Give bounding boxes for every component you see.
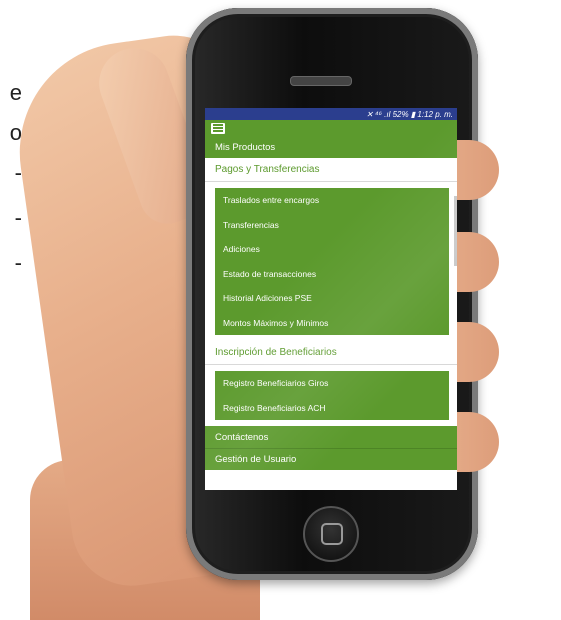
submenu-item-label: Historial Adiciones PSE [223, 293, 312, 304]
submenu-item-label: Transferencias [223, 219, 279, 230]
submenu-item-label: Estado de transacciones [223, 268, 317, 279]
nav-section-pagos[interactable]: Pagos y Transferencias [205, 158, 457, 182]
nav-item-label: Gestión de Usuario [215, 454, 297, 465]
nav-section-inscripcion[interactable]: Inscripción de Beneficiarios [205, 341, 457, 365]
submenu-pagos: Traslados entre encargos Transferencias … [215, 188, 449, 335]
submenu-item-estado[interactable]: Estado de transacciones [215, 262, 449, 287]
submenu-item-label: Registro Beneficiarios ACH [223, 402, 326, 413]
nav-section-label: Inscripción de Beneficiarios [215, 347, 337, 358]
status-bar-text: ✕ ⁴⁶ .ıl 52% ▮ 1:12 p. m. [366, 109, 453, 119]
nav-item-label: Contáctenos [215, 431, 269, 443]
submenu-item-label: Registro Beneficiarios Giros [223, 378, 329, 389]
home-square-icon [321, 523, 343, 545]
nav-item-mis-productos[interactable]: Mis Productos [205, 136, 457, 158]
submenu-item-montos[interactable]: Montos Máximos y Mínimos [215, 311, 449, 336]
submenu-item-adiciones[interactable]: Adiciones [215, 237, 449, 262]
glyph: - [14, 205, 22, 230]
nav-section-label: Pagos y Transferencias [215, 164, 320, 175]
home-button[interactable] [303, 506, 359, 562]
submenu-item-label: Adiciones [223, 244, 260, 255]
submenu-item-label: Montos Máximos y Mínimos [223, 317, 329, 328]
earpiece-speaker [290, 76, 352, 86]
phone-screen: ✕ ⁴⁶ .ıl 52% ▮ 1:12 p. m. Mis Productos … [205, 108, 457, 490]
nav-item-label: Mis Productos [215, 141, 276, 153]
submenu-item-historial[interactable]: Historial Adiciones PSE [215, 286, 449, 311]
submenu-item-transferencias[interactable]: Transferencias [215, 213, 449, 238]
glyph: e [9, 80, 22, 105]
nav-item-contactenos[interactable]: Contáctenos [205, 426, 457, 448]
submenu-item-registro-giros[interactable]: Registro Beneficiarios Giros [215, 371, 449, 396]
scrollbar[interactable] [454, 196, 457, 266]
glyph: - [14, 250, 22, 275]
submenu-item-label: Traslados entre encargos [223, 195, 320, 206]
app-header [205, 120, 457, 136]
hamburger-menu-icon[interactable] [211, 122, 225, 134]
submenu-item-traslados[interactable]: Traslados entre encargos [215, 188, 449, 213]
status-bar: ✕ ⁴⁶ .ıl 52% ▮ 1:12 p. m. [205, 108, 457, 120]
nav-item-gestion-usuario[interactable]: Gestión de Usuario [205, 448, 457, 470]
submenu-inscripcion: Registro Beneficiarios Giros Registro Be… [215, 371, 449, 420]
submenu-item-registro-ach[interactable]: Registro Beneficiarios ACH [215, 396, 449, 421]
